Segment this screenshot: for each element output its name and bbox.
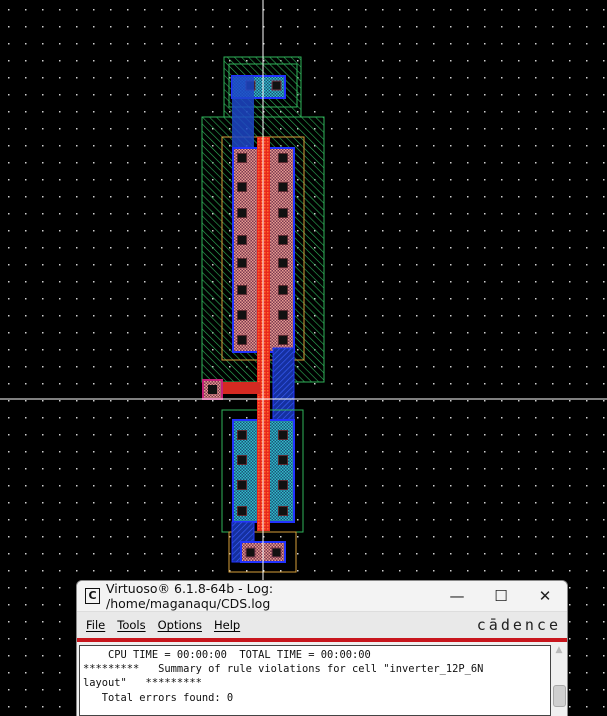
contact [278, 506, 288, 516]
contact [237, 258, 247, 268]
contact [278, 235, 288, 245]
menu-options[interactable]: Options [158, 618, 202, 632]
contact [237, 455, 247, 465]
log-line: layout" ********* [83, 677, 202, 690]
log-window[interactable]: C Virtuoso® 6.1.8-64b - Log: /home/magan… [76, 580, 568, 716]
contact [278, 258, 288, 268]
vertical-scrollbar[interactable]: ▲ [551, 645, 567, 716]
contact [278, 153, 288, 163]
contact [278, 430, 288, 440]
brand-divider [77, 638, 567, 642]
contact [278, 208, 288, 218]
contact [237, 285, 247, 295]
menu-tools[interactable]: Tools [117, 618, 145, 632]
contact [278, 335, 288, 345]
contact [237, 335, 247, 345]
output-metal1[interactable] [272, 347, 295, 423]
contact [237, 506, 247, 516]
contact [237, 182, 247, 192]
contact [237, 208, 247, 218]
contact [278, 285, 288, 295]
cadence-logo: cādence [476, 616, 561, 634]
poly-input[interactable] [220, 382, 260, 394]
vdd-metal1[interactable] [232, 76, 254, 148]
close-button[interactable]: ✕ [523, 587, 567, 605]
maximize-button[interactable]: ☐ [479, 587, 523, 605]
menu-help[interactable]: Help [214, 618, 240, 632]
menu-file[interactable]: File [86, 618, 105, 632]
contact [237, 310, 247, 320]
window-title: Virtuoso® 6.1.8-64b - Log: /home/maganaq… [106, 581, 274, 611]
contact [278, 480, 288, 490]
contact [278, 182, 288, 192]
minimize-button[interactable]: — [435, 587, 479, 605]
menu-bar: File Tools Options Help cādence [77, 611, 567, 638]
log-line: CPU TIME = 00:00:00 TOTAL TIME = 00:00:0… [83, 649, 371, 661]
cadence-c-icon: C [85, 588, 100, 604]
contact [278, 455, 288, 465]
contact [237, 235, 247, 245]
log-line: Total errors found: 0 [83, 691, 234, 704]
title-bar[interactable]: C Virtuoso® 6.1.8-64b - Log: /home/magan… [77, 581, 567, 611]
contact [237, 480, 247, 490]
log-line: ********* Summary of rule violations for… [83, 663, 484, 676]
scroll-thumb[interactable] [553, 685, 566, 707]
log-text-area[interactable]: CPU TIME = 00:00:00 TOTAL TIME = 00:00:0… [79, 645, 551, 716]
scroll-up-icon[interactable]: ▲ [551, 645, 567, 659]
contact [278, 310, 288, 320]
contact [237, 153, 247, 163]
contact [237, 430, 247, 440]
